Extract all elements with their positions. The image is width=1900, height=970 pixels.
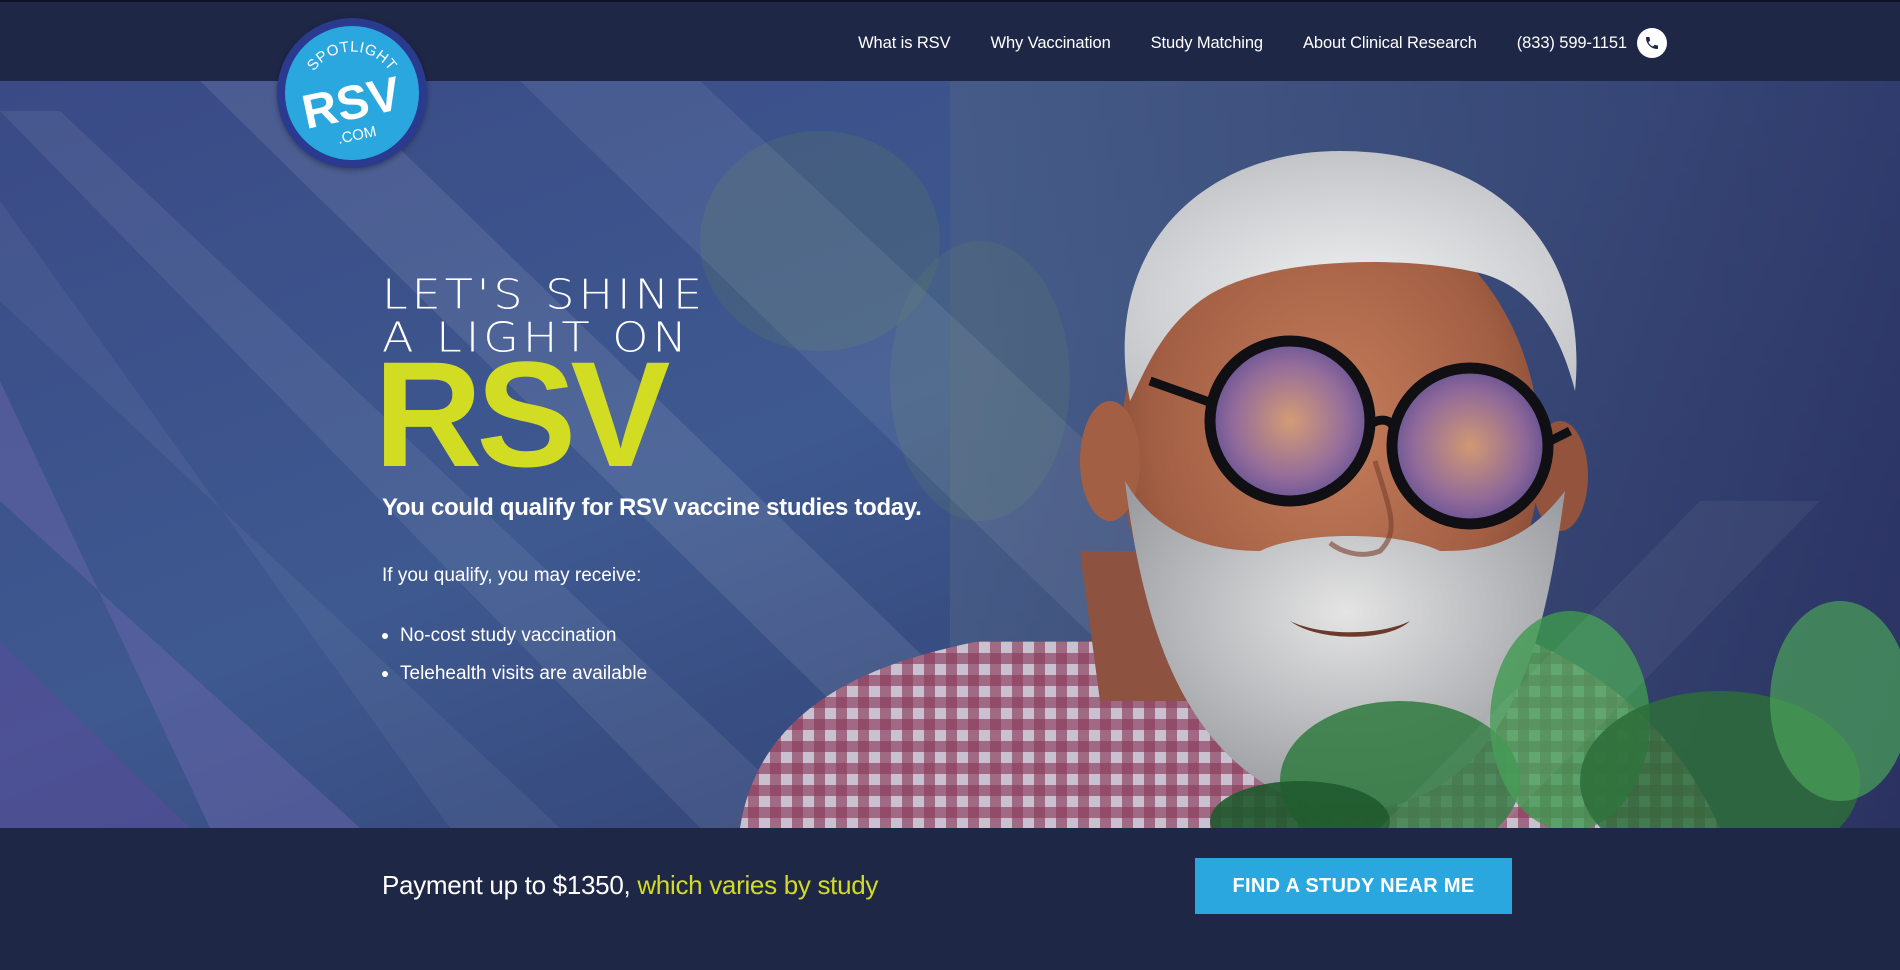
- benefit-text: No-cost study vaccination: [400, 625, 617, 646]
- headline-rsv: RSV: [374, 330, 670, 498]
- hero-section: LET'S SHINE A LIGHT ON RSV You could qua…: [0, 81, 1900, 828]
- benefit-item: Telehealth visits are available: [382, 655, 647, 693]
- headline-line-1: LET'S SHINE: [382, 270, 707, 319]
- bullet-icon: [382, 633, 388, 639]
- payment-main: Payment up to $1350,: [382, 870, 638, 900]
- logo-badge: SPOTLIGHT RSV .COM: [285, 26, 419, 160]
- benefits-list: No-cost study vaccination Telehealth vis…: [382, 617, 647, 693]
- find-study-button[interactable]: FIND A STUDY NEAR ME: [1195, 858, 1512, 914]
- benefit-text: Telehealth visits are available: [400, 663, 648, 684]
- payment-bar: Payment up to $1350, which varies by stu…: [0, 828, 1900, 970]
- main-nav: What is RSV Why Vaccination Study Matchi…: [818, 28, 1667, 58]
- nav-link-why-vaccination[interactable]: Why Vaccination: [990, 34, 1110, 53]
- site-logo[interactable]: SPOTLIGHT RSV .COM: [277, 18, 427, 168]
- payment-highlight: which varies by study: [637, 870, 879, 900]
- page: LET'S SHINE A LIGHT ON RSV You could qua…: [0, 0, 1900, 970]
- nav-link-study-matching[interactable]: Study Matching: [1151, 34, 1263, 53]
- nav-link-what-is-rsv[interactable]: What is RSV: [858, 34, 951, 53]
- nav-link-about-clinical-research[interactable]: About Clinical Research: [1303, 34, 1477, 53]
- phone-number-link[interactable]: (833) 599-1151: [1517, 34, 1627, 53]
- phone-contact: (833) 599-1151: [1517, 28, 1667, 58]
- hero-subhead: You could qualify for RSV vaccine studie…: [382, 494, 922, 521]
- benefit-item: No-cost study vaccination: [382, 617, 647, 655]
- bullet-icon: [382, 671, 388, 677]
- phone-icon[interactable]: [1637, 28, 1667, 58]
- hero-background-image: [0, 81, 1900, 828]
- hero-intro: If you qualify, you may receive:: [382, 565, 642, 586]
- payment-text: Payment up to $1350, which varies by stu…: [382, 870, 878, 901]
